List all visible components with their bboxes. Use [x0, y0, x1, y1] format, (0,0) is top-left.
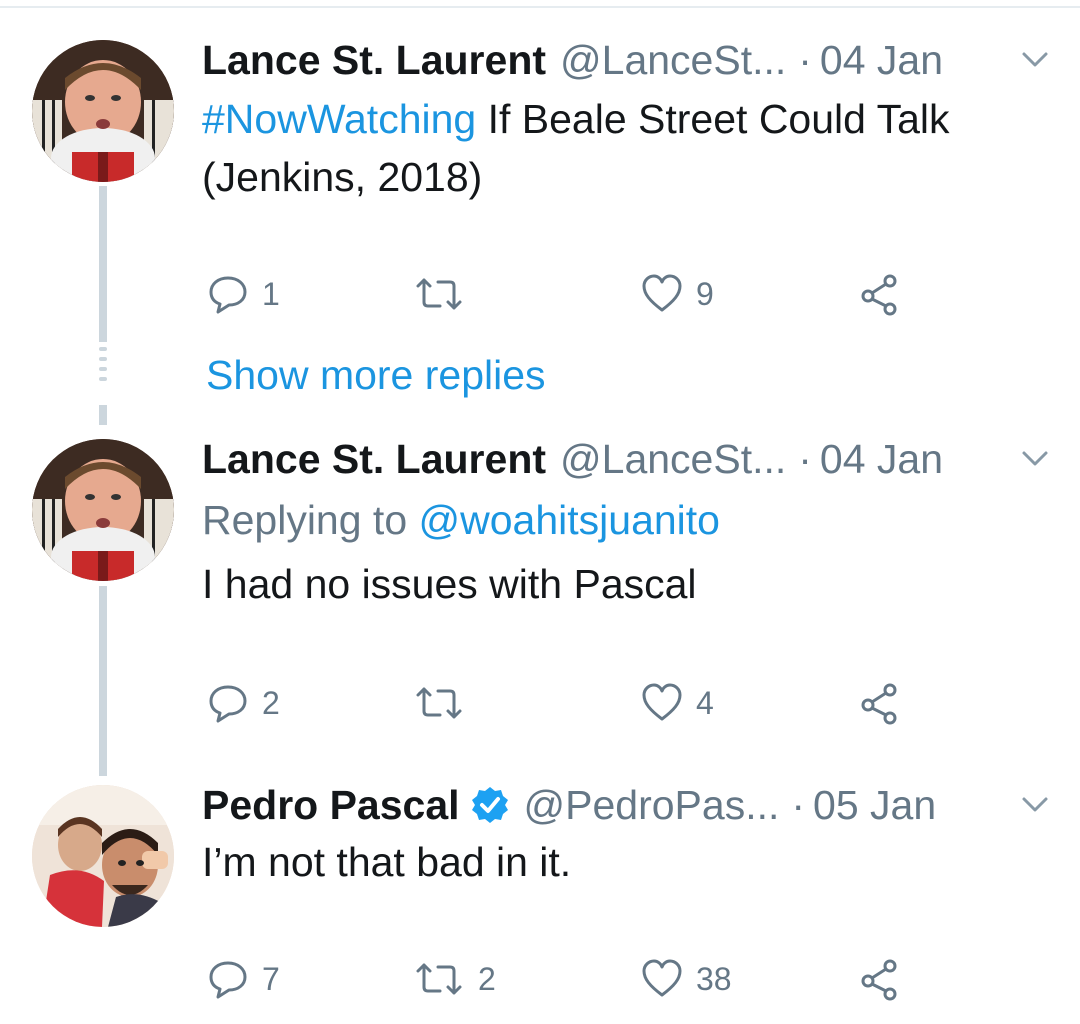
share-icon — [861, 959, 897, 1001]
thread-line — [99, 186, 107, 342]
tweet-header: Pedro Pascal @PedroPas... · 05 Jan — [202, 777, 936, 833]
show-more-replies-link[interactable]: Show more replies — [206, 352, 546, 399]
reply-icon — [209, 685, 247, 723]
retweet-button[interactable]: 2 — [412, 955, 496, 1003]
display-name[interactable]: Pedro Pascal — [202, 782, 460, 829]
chevron-down-icon[interactable] — [1018, 789, 1052, 819]
reply-count: 7 — [262, 960, 280, 997]
display-name[interactable]: Lance St. Laurent — [202, 436, 546, 483]
tweet-text: #NowWatching If Beale Street Could Talk … — [202, 90, 1062, 206]
like-button[interactable]: 4 — [640, 679, 714, 727]
like-count: 9 — [696, 275, 714, 312]
timestamp[interactable]: 04 Jan — [820, 436, 943, 483]
avatar[interactable] — [32, 40, 174, 182]
separator: · — [798, 435, 812, 482]
like-button[interactable]: 9 — [640, 270, 714, 318]
like-count: 38 — [696, 960, 732, 997]
chevron-down-icon[interactable] — [1018, 44, 1052, 74]
retweet-icon — [416, 963, 462, 995]
username[interactable]: @LanceSt... — [560, 436, 786, 483]
like-count: 4 — [696, 684, 714, 721]
retweet-icon — [416, 278, 462, 310]
top-divider — [0, 6, 1080, 8]
timestamp[interactable]: 04 Jan — [820, 37, 943, 84]
reply-icon — [209, 961, 247, 999]
share-button[interactable] — [858, 679, 902, 727]
tweet-header: Lance St. Laurent @LanceSt... · 04 Jan — [202, 32, 943, 88]
like-icon — [642, 959, 682, 997]
retweet-button[interactable] — [412, 270, 478, 318]
like-icon — [642, 274, 682, 312]
replying-prefix: Replying to — [202, 497, 419, 543]
separator: · — [798, 36, 812, 83]
verified-badge-icon — [471, 787, 508, 823]
reply-button[interactable]: 1 — [206, 270, 280, 318]
reply-button[interactable]: 2 — [206, 679, 280, 727]
thread-line — [99, 405, 107, 425]
reply-icon — [209, 276, 247, 314]
timestamp[interactable]: 05 Jan — [813, 782, 936, 829]
like-icon — [642, 683, 682, 721]
share-icon — [861, 274, 897, 316]
tweet-actions: 7 2 38 — [202, 955, 922, 1003]
retweet-icon — [416, 687, 462, 719]
thread-dots — [99, 347, 107, 395]
tweet-text: I’m not that bad in it. — [202, 839, 572, 885]
tweet-actions: 2 4 — [202, 679, 922, 727]
retweet-button[interactable] — [412, 679, 478, 727]
chevron-down-icon[interactable] — [1018, 443, 1052, 473]
reply-count: 1 — [262, 275, 280, 312]
username[interactable]: @PedroPas... — [524, 782, 780, 829]
reply-count: 2 — [262, 684, 280, 721]
avatar[interactable] — [32, 439, 174, 581]
share-button[interactable] — [858, 955, 902, 1003]
mention-link[interactable]: @woahitsjuanito — [419, 497, 720, 543]
tweet-header: Lance St. Laurent @LanceSt... · 04 Jan — [202, 431, 943, 487]
hashtag-link[interactable]: #NowWatching — [202, 96, 476, 142]
avatar[interactable] — [32, 785, 174, 927]
username[interactable]: @LanceSt... — [560, 37, 786, 84]
share-button[interactable] — [858, 270, 902, 318]
separator: · — [791, 781, 806, 828]
display-name[interactable]: Lance St. Laurent — [202, 37, 546, 84]
reply-button[interactable]: 7 — [206, 955, 280, 1003]
share-icon — [861, 683, 897, 725]
thread-line — [99, 586, 107, 776]
like-button[interactable]: 38 — [640, 955, 732, 1003]
tweet-actions: 1 9 — [202, 270, 922, 318]
tweet-text: I had no issues with Pascal — [202, 561, 697, 607]
replying-to: Replying to @woahitsjuanito — [202, 491, 1062, 549]
retweet-count: 2 — [478, 960, 496, 997]
